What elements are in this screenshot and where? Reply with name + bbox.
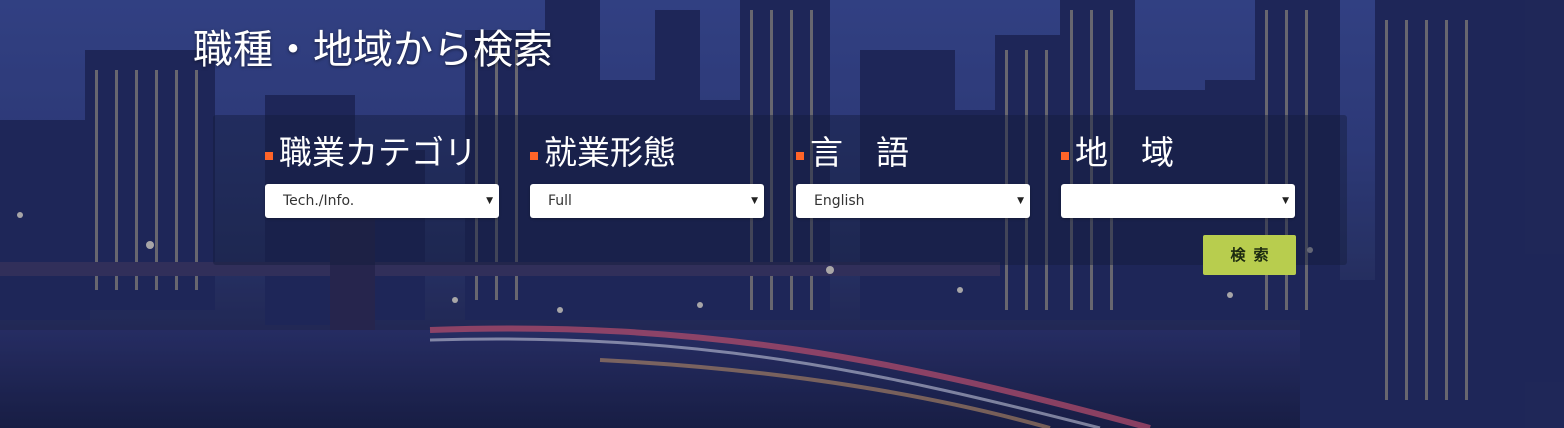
chevron-down-icon: ▼ bbox=[486, 196, 493, 206]
region-label-text: 地 域 bbox=[1075, 133, 1174, 172]
square-bullet-icon bbox=[530, 152, 538, 160]
search-button[interactable]: 検索 bbox=[1203, 235, 1296, 275]
job-category-value: Tech./Info. bbox=[283, 193, 355, 209]
employment-type-label: 就業形態 bbox=[530, 130, 764, 176]
chevron-down-icon: ▼ bbox=[1017, 196, 1024, 206]
job-category-label: 職業カテゴリ bbox=[265, 130, 499, 176]
job-category-select[interactable]: Tech./Info. ▼ bbox=[265, 184, 499, 218]
employment-type-label-text: 就業形態 bbox=[544, 133, 676, 172]
language-select[interactable]: English ▼ bbox=[796, 184, 1030, 218]
page-title: 職種・地域から検索 bbox=[193, 27, 553, 73]
job-category-label-text: 職業カテゴリ bbox=[279, 133, 477, 172]
region-select[interactable]: ▼ bbox=[1061, 184, 1295, 218]
square-bullet-icon bbox=[265, 152, 273, 160]
square-bullet-icon bbox=[796, 152, 804, 160]
language-label: 言 語 bbox=[796, 130, 1030, 176]
chevron-down-icon: ▼ bbox=[751, 196, 758, 206]
region-label: 地 域 bbox=[1061, 130, 1295, 176]
language-value: English bbox=[814, 193, 865, 209]
chevron-down-icon: ▼ bbox=[1282, 196, 1289, 206]
language-field: 言 語 English ▼ bbox=[796, 130, 1030, 218]
region-field: 地 域 ▼ bbox=[1061, 130, 1295, 218]
employment-type-field: 就業形態 Full ▼ bbox=[530, 130, 764, 218]
job-category-field: 職業カテゴリ Tech./Info. ▼ bbox=[265, 130, 499, 218]
square-bullet-icon bbox=[1061, 152, 1069, 160]
hero-banner: 職種・地域から検索 職業カテゴリ Tech./Info. ▼ 就業形態 Full… bbox=[0, 0, 1564, 428]
language-label-text: 言 語 bbox=[810, 133, 909, 172]
employment-type-select[interactable]: Full ▼ bbox=[530, 184, 764, 218]
employment-type-value: Full bbox=[548, 193, 572, 209]
